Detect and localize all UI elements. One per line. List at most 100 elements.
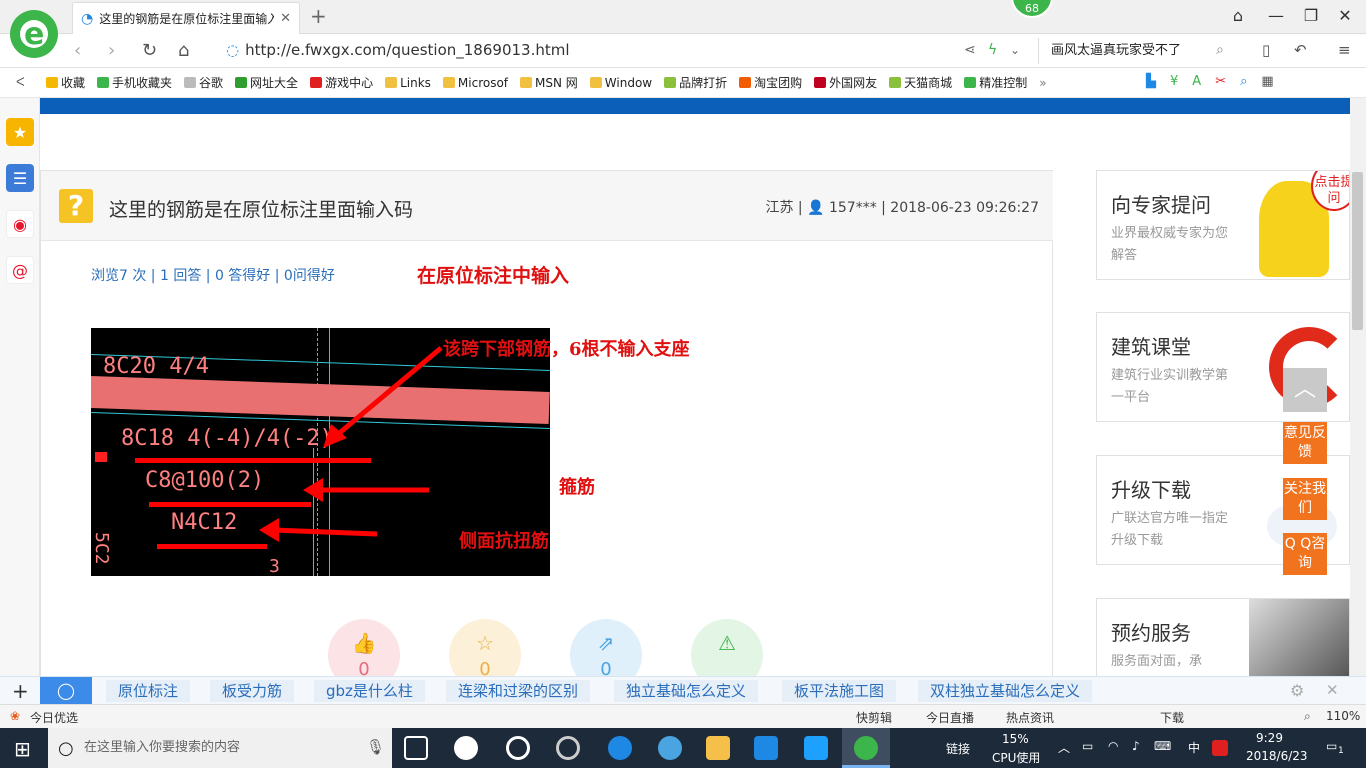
search-logo-icon[interactable]: ◯	[40, 677, 92, 705]
hot-word-link[interactable]: 板平法施工图	[782, 680, 897, 702]
app-icon-1[interactable]	[454, 736, 478, 760]
more-bookmarks-icon[interactable]: »	[1039, 76, 1046, 90]
restore-icon[interactable]: ❐	[1301, 6, 1321, 25]
bookmark-item[interactable]: 手机收藏夹	[97, 74, 172, 91]
glodon-app-icon[interactable]	[754, 736, 778, 760]
follow-us-button[interactable]: 关注我们	[1283, 478, 1327, 520]
new-tab-icon[interactable]: +	[310, 4, 327, 28]
bookmark-item[interactable]: Microsof	[442, 74, 508, 91]
bookmark-icon	[664, 77, 677, 88]
bookmark-item[interactable]: 天猫商城	[889, 74, 952, 91]
file-explorer-icon[interactable]	[706, 736, 730, 760]
windows-start-icon[interactable]: ⊞	[14, 737, 31, 761]
tray-chevron-up-icon[interactable]: ︿	[1058, 739, 1070, 756]
settings-gear-icon[interactable]: ⚙	[1290, 681, 1304, 700]
undo-icon[interactable]: ↶	[1294, 41, 1307, 59]
extension-icon-3[interactable]: A	[1192, 74, 1201, 89]
bookmark-item[interactable]: 外国网友	[814, 74, 877, 91]
scrollbar-thumb[interactable]	[1352, 172, 1363, 330]
home-icon[interactable]: ⌂	[178, 40, 189, 61]
link-label[interactable]: 链接	[946, 740, 970, 757]
search-box[interactable]: 画风太逼真玩家受不了	[1038, 38, 1243, 64]
bookmark-item[interactable]: 品牌打折	[664, 74, 727, 91]
hot-word-link[interactable]: 板受力筋	[210, 680, 295, 702]
ie-icon[interactable]	[658, 736, 682, 760]
phone-icon[interactable]: ▯	[1262, 41, 1270, 59]
menu-icon[interactable]: ≡	[1338, 41, 1351, 59]
feedback-button[interactable]: 意见反馈	[1283, 422, 1327, 464]
sogou-ime-icon[interactable]	[1212, 740, 1228, 756]
bookmark-item[interactable]: 精准控制	[964, 74, 1027, 91]
tab-title: 这里的钢筋是在原位标注里面输入码	[99, 12, 275, 26]
status-item-news[interactable]: 热点资讯	[1006, 709, 1054, 726]
status-item-download[interactable]: 下载	[1160, 709, 1184, 726]
speed-icon[interactable]: ϟ	[988, 42, 997, 58]
hot-word-link[interactable]: 双柱独立基础怎么定义	[918, 680, 1093, 702]
email-icon[interactable]: @	[6, 256, 34, 284]
shirt-icon[interactable]: ⌂	[1228, 6, 1248, 25]
share-page-icon[interactable]: ⋖	[964, 42, 976, 58]
app-icon-2[interactable]	[506, 736, 530, 760]
bookmark-item[interactable]: 网址大全	[235, 74, 298, 91]
extension-icon-5[interactable]: ⌕	[1240, 74, 1247, 89]
hot-word-link[interactable]: gbz是什么柱	[314, 680, 425, 702]
search-icon[interactable]: ⌕	[1216, 42, 1224, 58]
edge-icon[interactable]	[608, 736, 632, 760]
status-item-quickclip[interactable]: 快剪辑	[856, 709, 892, 726]
question-stats[interactable]: 浏览7 次 | 1 回答 | 0 答得好 | 0问得好	[91, 265, 335, 285]
close-window-icon[interactable]: ✕	[1335, 6, 1355, 25]
bookmark-item[interactable]: 谷歌	[184, 74, 223, 91]
ime-indicator[interactable]: 中	[1188, 739, 1200, 756]
favorite-star-icon[interactable]: ★	[6, 118, 34, 146]
label-torsion: 侧面抗扭筋	[459, 531, 549, 552]
hot-word-link[interactable]: 独立基础怎么定义	[614, 680, 759, 702]
hot-word-link[interactable]: 连梁和过梁的区别	[446, 680, 591, 702]
volume-icon[interactable]: ♪	[1132, 739, 1140, 753]
microphone-icon[interactable]: 🎙	[366, 738, 385, 756]
status-item-live[interactable]: 今日直播	[926, 709, 974, 726]
app-icon-4[interactable]	[804, 736, 828, 760]
bookmark-item[interactable]: Window	[589, 74, 652, 91]
bookmark-item[interactable]: 收藏	[46, 74, 85, 91]
taskbar-search[interactable]: 在这里输入你要搜索的内容	[48, 728, 392, 768]
extension-icon-4[interactable]: ✂	[1215, 74, 1226, 89]
browser-tab[interactable]: ◔ 这里的钢筋是在原位标注里面输入码 ✕	[72, 2, 300, 34]
hot-word-link[interactable]: 原位标注	[106, 680, 191, 702]
zoom-icon[interactable]: ⌕	[1304, 709, 1311, 724]
clock-date[interactable]: 2018/6/23	[1246, 749, 1308, 763]
wifi-icon[interactable]: ◠	[1108, 739, 1118, 753]
back-to-top-button[interactable]: ︿	[1283, 368, 1327, 412]
close-tab-icon[interactable]: ✕	[280, 11, 291, 26]
extension-icon-2[interactable]: ¥	[1170, 74, 1178, 89]
card-ask-expert[interactable]: 向专家提问 业界最权威专家为您解答 点击提问	[1096, 170, 1350, 280]
expand-icon[interactable]: +	[12, 679, 29, 703]
sidebar-toggle-icon[interactable]: ᐸ	[16, 75, 25, 89]
card-booking-service[interactable]: 预约服务 服务面对面，承	[1096, 598, 1350, 678]
url-field[interactable]: ◌ http://e.fwxgx.com/question_1869013.ht…	[226, 41, 570, 59]
forward-icon[interactable]: ›	[108, 40, 115, 61]
qq-consult-button[interactable]: Q Q咨询	[1283, 533, 1327, 575]
refresh-icon[interactable]: ↻	[142, 40, 157, 61]
chevron-down-icon[interactable]: ⌄	[1010, 43, 1020, 57]
bookmark-item[interactable]: 淘宝团购	[739, 74, 802, 91]
task-view-icon[interactable]	[404, 736, 428, 760]
bookmark-item[interactable]: MSN 网	[520, 74, 578, 91]
close-hot-words-icon[interactable]: ✕	[1326, 681, 1339, 699]
notification-badge[interactable]: 68	[1011, 0, 1053, 18]
app-icon-3[interactable]	[556, 736, 580, 760]
browser-logo[interactable]: e	[10, 10, 58, 58]
battery-icon[interactable]: ▭	[1082, 739, 1093, 753]
notification-icon[interactable]: ▭	[1326, 739, 1337, 753]
bookmark-item[interactable]: Links	[385, 74, 431, 91]
back-icon[interactable]: ‹	[74, 40, 81, 61]
zoom-level[interactable]: 110%	[1326, 709, 1360, 723]
news-icon[interactable]: ☰	[6, 164, 34, 192]
extension-icon-1[interactable]: ▙	[1146, 74, 1156, 89]
weibo-icon[interactable]: ◉	[6, 210, 34, 238]
extension-icon-6[interactable]: ▦	[1261, 74, 1273, 89]
bookmark-item[interactable]: 游戏中心	[310, 74, 373, 91]
minimize-icon[interactable]: —	[1266, 6, 1286, 25]
today-picks[interactable]: 今日优选	[30, 709, 78, 726]
clock-time[interactable]: 9:29	[1256, 731, 1283, 745]
keyboard-icon[interactable]: ⌨	[1154, 739, 1171, 753]
